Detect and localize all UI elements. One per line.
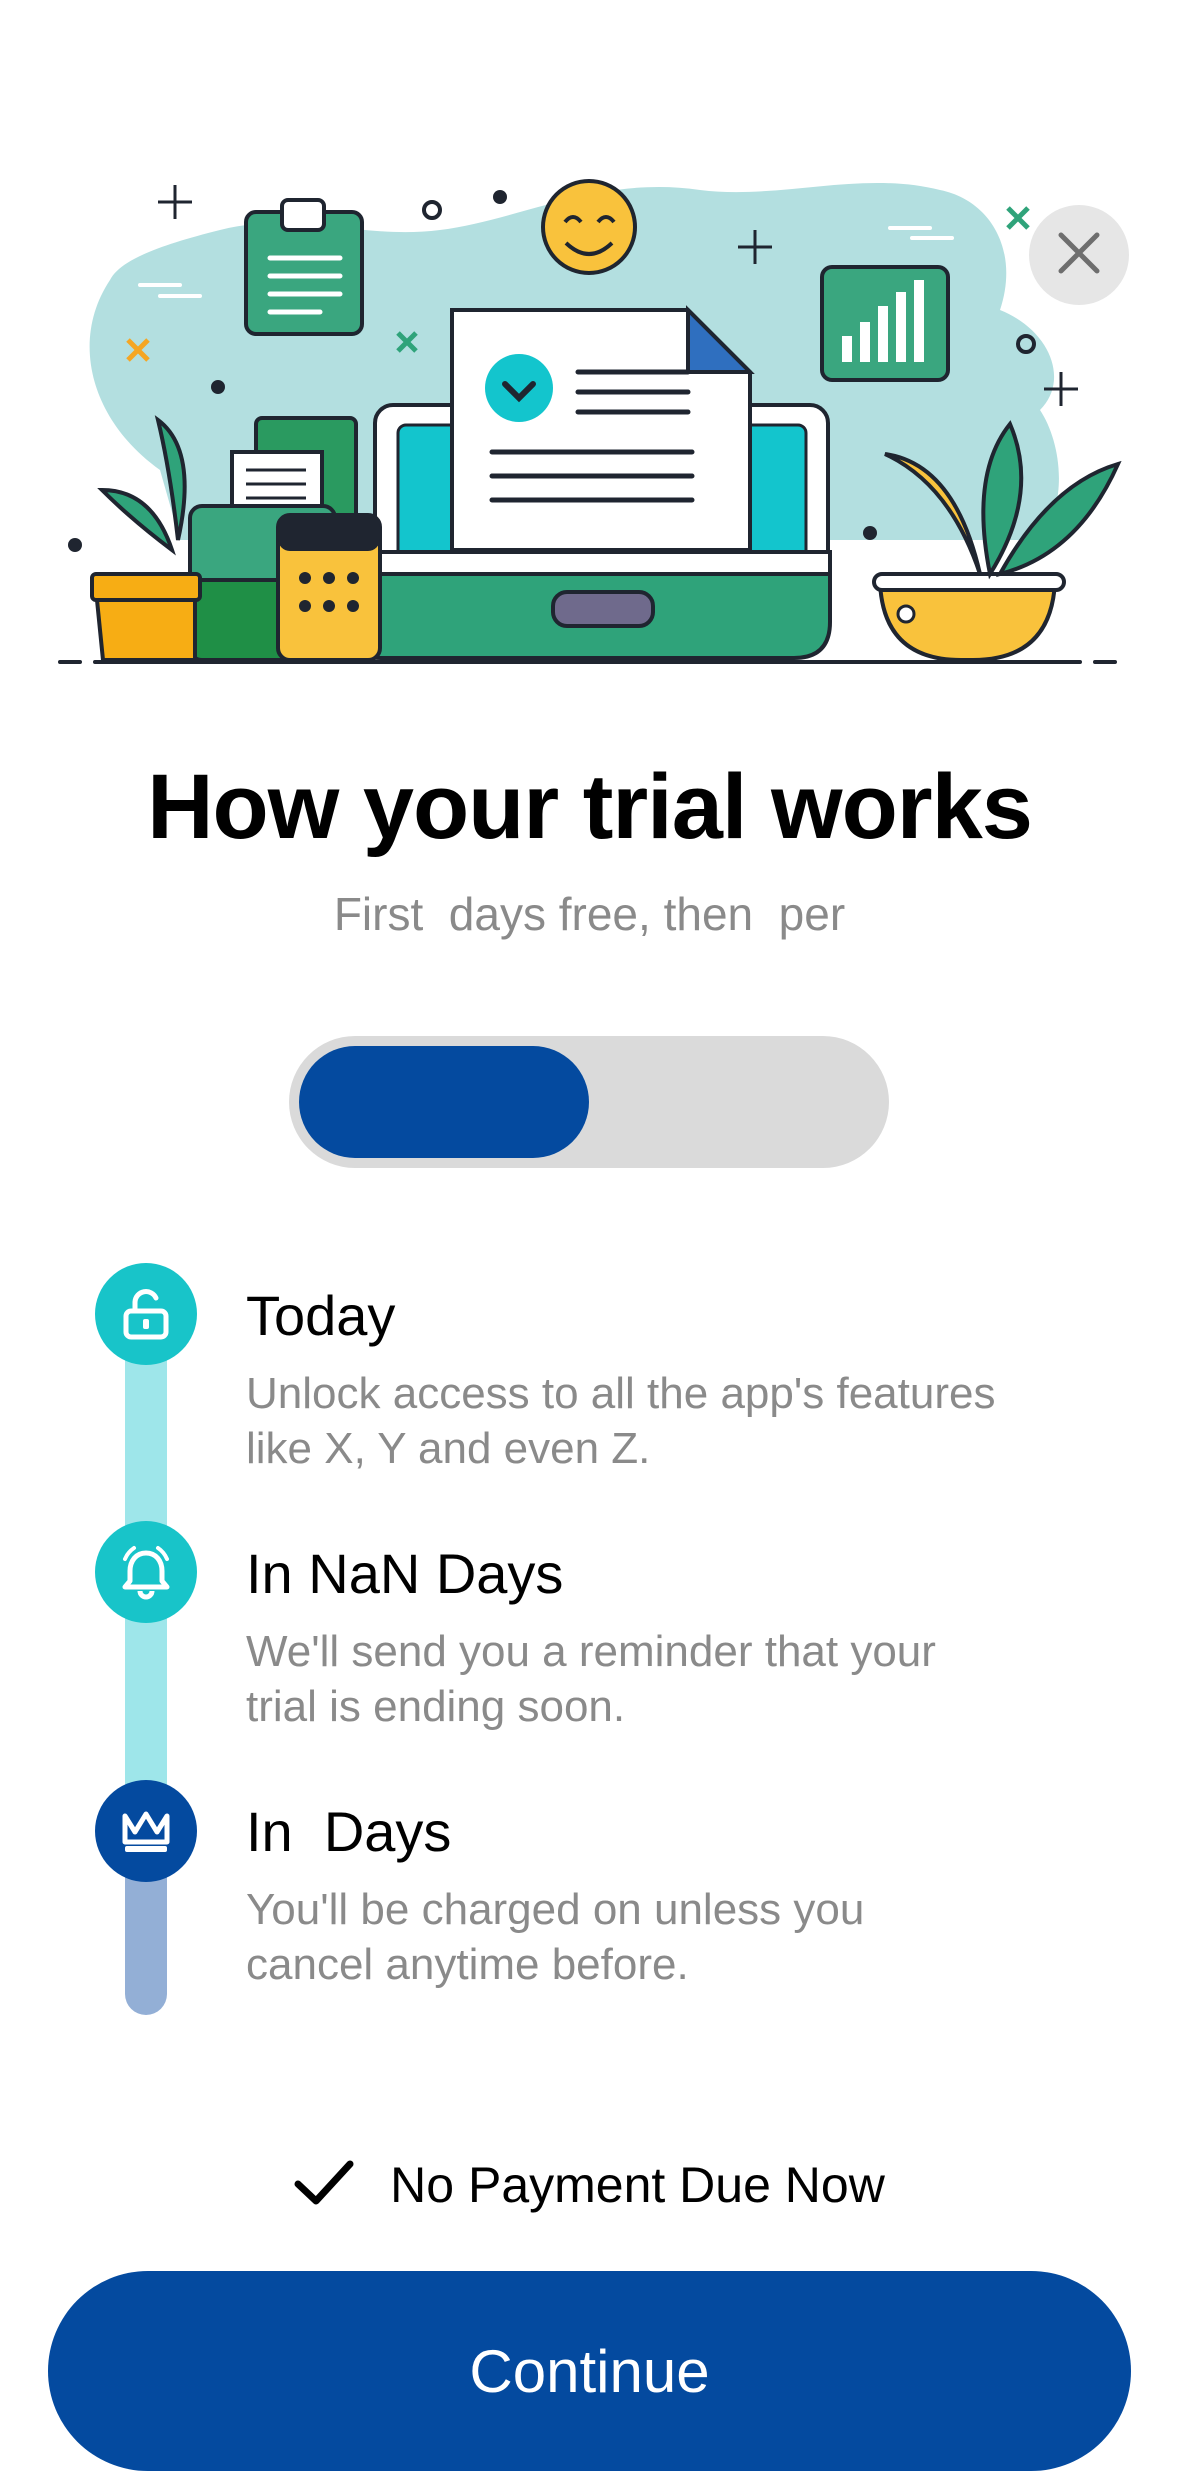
plan-toggle[interactable] <box>289 1036 889 1168</box>
plan-toggle-knob <box>299 1046 589 1158</box>
bell-icon <box>95 1521 197 1623</box>
step-description: You'll be charged on unless you cancel a… <box>246 1885 865 1989</box>
no-payment-label: No Payment Due Now <box>390 2157 885 2213</box>
checkmark-icon <box>294 2160 354 2211</box>
continue-button[interactable]: Continue <box>48 2271 1131 2471</box>
no-payment-notice: No Payment Due Now <box>0 2150 1179 2220</box>
step-title: In NaN Days <box>246 1542 564 1605</box>
unlock-icon <box>95 1263 197 1365</box>
step-title: In Days <box>246 1800 452 1863</box>
page-title: How your trial works <box>147 756 1033 858</box>
close-icon <box>1057 231 1101 280</box>
hero-illustration <box>0 0 1179 720</box>
close-button[interactable] <box>1029 205 1129 305</box>
continue-label: Continue <box>469 2338 710 2405</box>
trial-subtitle: First days free, then per <box>333 888 846 940</box>
step-description: Unlock access to all the app's features … <box>246 1369 996 1473</box>
crown-icon <box>95 1780 197 1882</box>
step-title: Today <box>246 1284 396 1347</box>
step-description: We'll send you a reminder that your tria… <box>246 1627 936 1731</box>
